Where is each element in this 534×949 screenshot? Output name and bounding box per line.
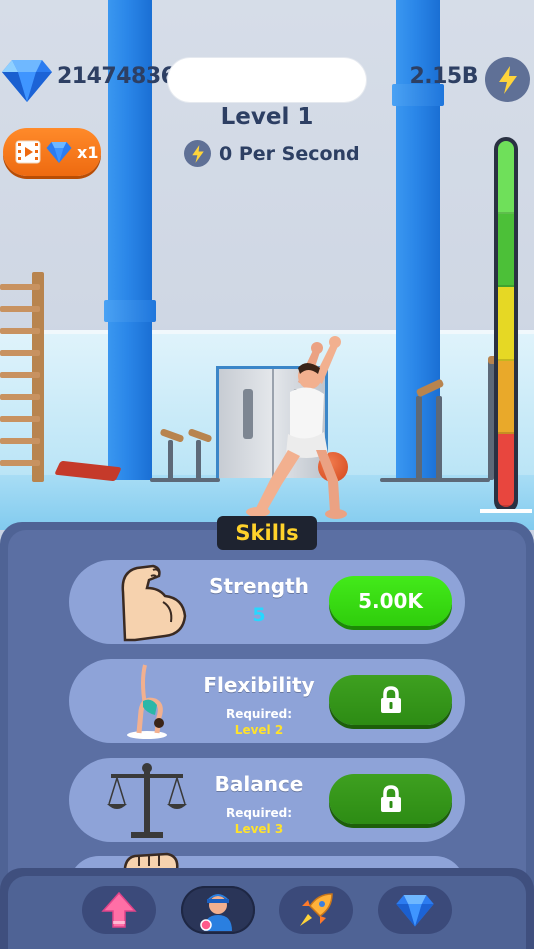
energy-lightning-button[interactable]	[485, 57, 530, 102]
diamond-currency-icon	[2, 60, 52, 102]
wall-bars	[0, 272, 48, 482]
skill-card-strength: Strength 5 5.00K	[69, 560, 465, 644]
flexed-bicep-icon	[121, 564, 187, 642]
lock-icon	[380, 785, 401, 812]
upgrade-arrow-icon	[101, 891, 137, 928]
power-meter-segment	[498, 214, 514, 288]
power-meter-segment	[498, 287, 514, 361]
energy-count: 2.15B	[409, 64, 478, 89]
nav-gems-button[interactable]	[378, 886, 452, 934]
power-meter-segment	[498, 360, 514, 434]
coach-icon	[200, 894, 232, 931]
gymnast-bridge-icon	[127, 664, 167, 739]
skill-level-value: 5	[252, 604, 266, 626]
power-meter-base	[480, 509, 532, 513]
nav-coach-button[interactable]	[181, 886, 255, 934]
locked-balance-button[interactable]	[329, 774, 452, 824]
skill-name: Strength	[209, 574, 309, 598]
power-meter-segment	[498, 433, 514, 507]
balance-scale-icon	[107, 763, 187, 838]
per-second-label: 0 Per Second	[219, 142, 360, 165]
upgrade-strength-button[interactable]: 5.00K	[329, 576, 452, 626]
player-name-field[interactable]	[168, 58, 366, 102]
skill-card-balance: Balance Required: Level 3	[69, 758, 465, 842]
locked-flexibility-button[interactable]	[329, 675, 452, 725]
athlete-character	[246, 336, 347, 519]
lightning-icon	[184, 140, 211, 167]
skills-title: Skills	[217, 516, 317, 550]
bottom-nav	[0, 868, 534, 949]
skill-name: Flexibility	[203, 673, 315, 697]
per-second-indicator: 0 Per Second	[184, 140, 360, 167]
skill-name: Balance	[214, 772, 304, 796]
watch-ad-gem-button[interactable]: x1	[3, 128, 101, 176]
required-level: Level 3	[234, 822, 284, 836]
level-label: Level 1	[220, 104, 314, 130]
required-label: Required:	[225, 707, 293, 721]
rocket-icon	[300, 893, 333, 926]
video-film-icon	[15, 140, 41, 164]
nav-upgrade-button[interactable]	[82, 886, 156, 934]
lock-icon	[380, 686, 401, 713]
lightning-icon	[498, 65, 517, 94]
nav-boost-button[interactable]	[279, 886, 353, 934]
diamond-icon	[396, 895, 434, 927]
diamond-icon	[46, 142, 72, 163]
power-meter	[494, 137, 518, 513]
required-label: Required:	[225, 806, 293, 820]
ad-reward-multiplier: x1	[77, 142, 99, 162]
skill-card-flexibility: Flexibility Required: Level 2	[69, 659, 465, 743]
required-level: Level 2	[234, 723, 284, 737]
power-meter-segment	[498, 141, 514, 215]
